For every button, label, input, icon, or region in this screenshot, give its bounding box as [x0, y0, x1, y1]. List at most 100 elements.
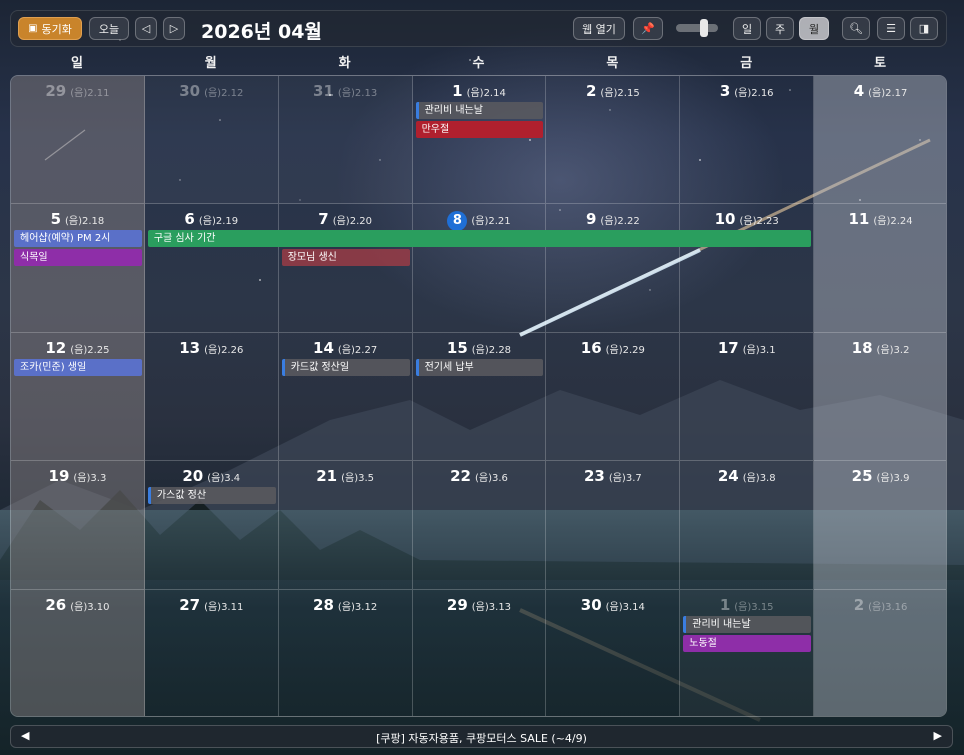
- day-cell-mon[interactable]: 6 (음)2.19: [144, 204, 279, 333]
- prev-month-button[interactable]: ◁: [135, 17, 157, 40]
- day-label: 20 (음)3.4: [145, 466, 278, 485]
- day-cell-tue[interactable]: 21 (음)3.5: [278, 461, 413, 590]
- calendar-event[interactable]: 식목일: [14, 249, 142, 267]
- pin-button[interactable]: 📌: [633, 17, 663, 40]
- day-cell-sat[interactable]: 18 (음)3.2: [814, 332, 946, 462]
- day-cell-tue[interactable]: 31 (음)2.13: [278, 76, 413, 205]
- day-cell-sun[interactable]: 5 (음)2.18: [11, 204, 145, 333]
- day-cell-sat[interactable]: 4 (음)2.17: [814, 76, 946, 205]
- search-button[interactable]: 🔍︎: [842, 17, 870, 40]
- lunar-date: (음)2.20: [332, 216, 372, 228]
- list-button[interactable]: ☰: [877, 17, 905, 40]
- lunar-date: (음)2.24: [873, 216, 913, 228]
- lunar-date: (음)2.14: [466, 88, 506, 99]
- calendar-event[interactable]: 구글 심사 기간: [147, 230, 812, 248]
- day-number: 5: [50, 210, 61, 229]
- weekday-mon: 월: [204, 56, 217, 71]
- calendar-event[interactable]: 관리비 내는날: [683, 615, 812, 633]
- day-cell-wed[interactable]: 22 (음)3.6: [412, 461, 547, 590]
- day-cell-tue[interactable]: 7 (음)2.20: [278, 204, 413, 333]
- day-number: 30: [179, 82, 201, 100]
- calendar-event[interactable]: 전기세 납부: [415, 358, 544, 376]
- day-cell-sat[interactable]: 25 (음)3.9: [814, 461, 946, 590]
- day-label: 15 (음)2.28: [413, 338, 546, 357]
- lunar-date: (음)2.12: [204, 88, 244, 99]
- day-cell-sun[interactable]: 29 (음)2.11: [11, 76, 145, 205]
- day-cell-sun[interactable]: 12 (음)2.25: [11, 332, 145, 462]
- day-cell-wed[interactable]: 1 (음)2.14: [412, 76, 547, 205]
- weekday-thu: 목: [606, 56, 619, 71]
- lunar-date: (음)3.12: [337, 601, 378, 613]
- day-cell-wed[interactable]: 15 (음)2.28: [412, 332, 547, 462]
- day-cell-thu[interactable]: 16 (음)2.29: [546, 332, 681, 462]
- day-cell-fri[interactable]: 10 (음)2.23: [680, 204, 815, 333]
- today-day-number: 8: [447, 211, 468, 232]
- day-cell-tue[interactable]: 28 (음)3.12: [279, 589, 413, 716]
- day-cell-thu[interactable]: 2 (음)2.15: [546, 76, 681, 205]
- day-cell-sat[interactable]: 2 (음)3.16: [814, 589, 946, 716]
- day-cell-fri[interactable]: 24 (음)3.8: [680, 461, 815, 590]
- day-number: 14: [313, 338, 334, 357]
- weekday-sat: 토: [874, 56, 887, 71]
- weekday-header: 일 월 화 수 목 금 토: [10, 52, 947, 74]
- day-cell-thu[interactable]: 9 (음)2.22: [546, 204, 681, 333]
- month-title: 2026년 04월: [201, 21, 322, 43]
- day-label: 19 (음)3.3: [11, 466, 144, 485]
- day-cell-wed[interactable]: 8 (음)2.21: [412, 204, 547, 333]
- calendar-event[interactable]: 카드값 정산일: [281, 358, 410, 376]
- day-cell-mon[interactable]: 13 (음)2.26: [144, 332, 279, 462]
- sync-button[interactable]: ▣ 동기화: [18, 17, 82, 40]
- day-cell-sat[interactable]: 11 (음)2.24: [814, 204, 946, 333]
- day-number: 1: [719, 595, 731, 614]
- calendar-event[interactable]: 가스값 정산: [147, 487, 276, 505]
- opacity-slider-thumb[interactable]: [700, 19, 708, 37]
- day-label: 17 (음)3.1: [680, 338, 813, 357]
- day-cell-mon[interactable]: 20 (음)3.4: [144, 461, 279, 590]
- day-label: 30 (음)3.14: [546, 595, 679, 614]
- sidebar-toggle-button[interactable]: ◨: [910, 17, 938, 40]
- day-label: 12 (음)2.25: [11, 338, 144, 357]
- view-day-button[interactable]: 일: [733, 17, 761, 40]
- lunar-date: (음)3.1: [742, 344, 776, 356]
- lunar-date: (음)2.28: [471, 344, 512, 356]
- lunar-date: (음)2.11: [70, 88, 110, 99]
- view-month-button[interactable]: 월: [799, 17, 829, 40]
- footer-next-button[interactable]: ▶: [934, 729, 942, 742]
- today-button[interactable]: 오늘: [89, 17, 129, 40]
- calendar-event[interactable]: 노동절: [683, 634, 812, 652]
- calendar-event[interactable]: 장모님 생신: [281, 249, 410, 267]
- day-cell-thu[interactable]: 30 (음)3.14: [546, 589, 681, 716]
- day-cell-tue[interactable]: 14 (음)2.27: [278, 332, 413, 462]
- calendar-event[interactable]: 조카(민준) 생일: [14, 358, 142, 376]
- web-open-button[interactable]: 웹 열기: [573, 17, 625, 40]
- day-label: 6 (음)2.19: [145, 209, 278, 228]
- day-cell-wed[interactable]: 29 (음)3.13: [413, 589, 547, 716]
- day-number: 9: [585, 210, 597, 229]
- day-cell-sun[interactable]: 26 (음)3.10: [11, 589, 145, 716]
- lunar-date: (음)3.13: [471, 601, 512, 613]
- day-number: 29: [446, 595, 468, 614]
- lunar-date: (음)2.21: [471, 216, 511, 228]
- day-cell-sun[interactable]: 19 (음)3.3: [11, 461, 145, 590]
- day-cell-mon[interactable]: 30 (음)2.12: [144, 76, 279, 205]
- footer-banner-text[interactable]: [쿠팡] 자동자용품, 쿠팡모터스 SALE (~4/9): [11, 730, 952, 746]
- calendar-event[interactable]: 만우절: [415, 121, 544, 138]
- opacity-slider[interactable]: [676, 19, 718, 37]
- day-cell-fri[interactable]: 1 (음)3.15: [680, 589, 815, 716]
- view-week-button[interactable]: 주: [766, 17, 794, 40]
- weekday-tue: 화: [338, 56, 351, 71]
- calendar-event[interactable]: 관리비 내는날: [415, 102, 544, 119]
- day-cell-mon[interactable]: 27 (음)3.11: [145, 589, 279, 716]
- next-month-button[interactable]: ▷: [163, 17, 185, 40]
- lunar-date: (음)3.6: [474, 473, 508, 485]
- day-label: 10 (음)2.23: [680, 209, 813, 228]
- lunar-date: (음)3.4: [207, 473, 241, 485]
- day-cell-fri[interactable]: 3 (음)2.16: [680, 76, 815, 205]
- day-cell-thu[interactable]: 23 (음)3.7: [546, 461, 681, 590]
- day-label: 9 (음)2.22: [546, 209, 679, 228]
- calendar-event[interactable]: 헤어샵(예약) PM 2시: [14, 230, 142, 248]
- day-cell-fri[interactable]: 17 (음)3.1: [680, 332, 815, 462]
- day-number: 17: [717, 338, 739, 357]
- day-label: 8 (음)2.21: [413, 209, 546, 232]
- day-label: 27 (음)3.11: [145, 595, 278, 614]
